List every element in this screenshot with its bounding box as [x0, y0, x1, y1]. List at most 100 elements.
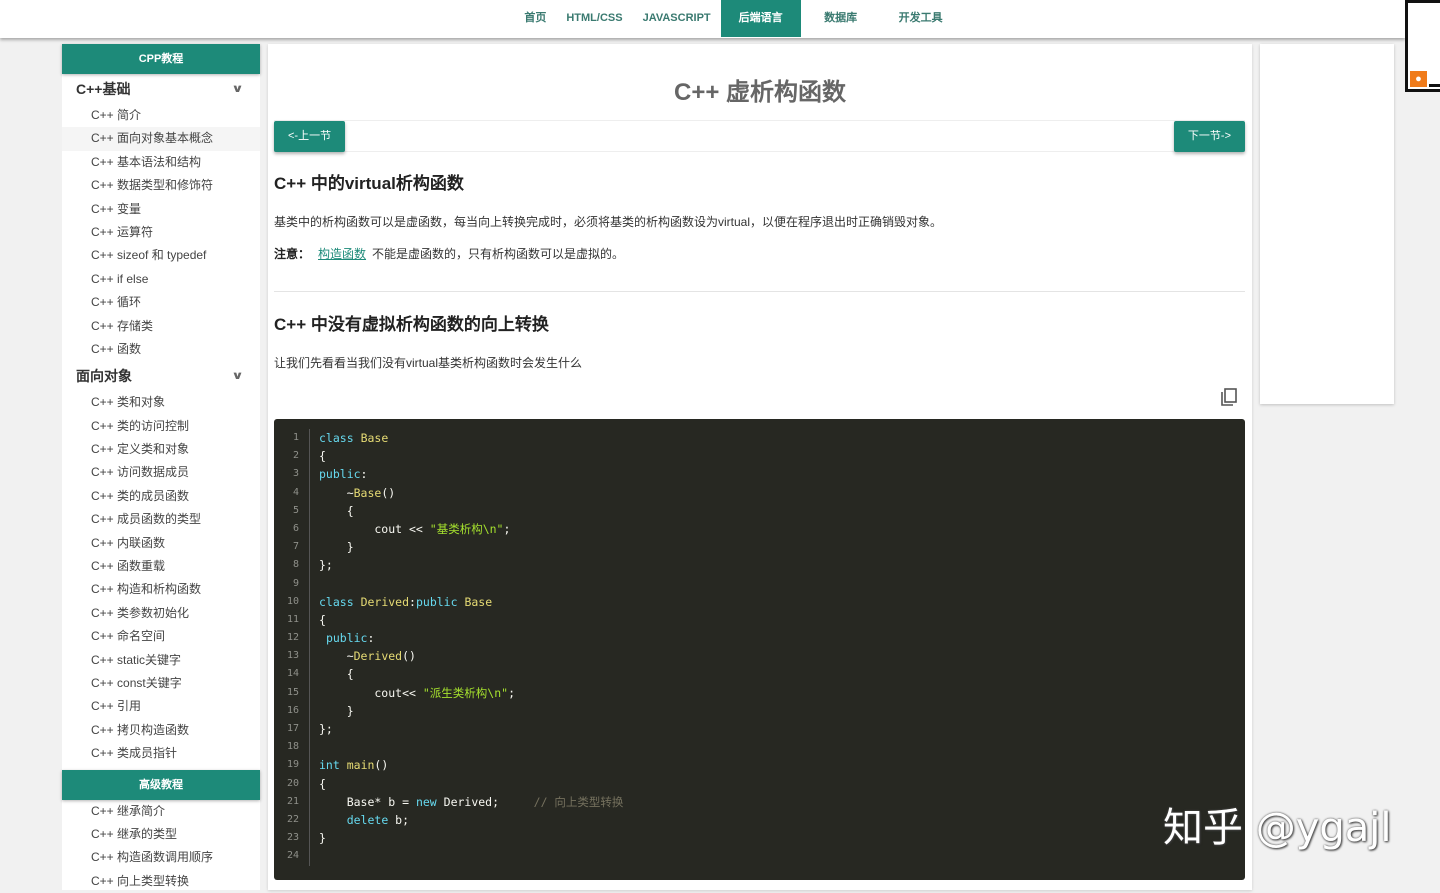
code-token: ~ [319, 485, 354, 500]
code-token: int [319, 758, 340, 773]
prev-button[interactable]: <-上一节 [274, 121, 346, 152]
sidebar-item[interactable]: C++ 类的成员函数 [62, 485, 260, 508]
constructor-link[interactable]: 构造函数 [318, 247, 366, 261]
code-text: } [310, 538, 354, 556]
code-block: 1 class Base 2{3 public: 4 ~Base() 5 {6 cout … [274, 419, 1245, 880]
nav-item[interactable]: HTML/CSS [556, 0, 632, 37]
sidebar-item[interactable]: C++ 数据类型和修饰符 [62, 174, 260, 197]
line-number: 23 [274, 829, 310, 848]
sidebar-item[interactable]: C++ 内联函数 [62, 532, 260, 555]
code-token: () [374, 758, 389, 773]
code-line: 12 public: [274, 629, 1245, 648]
sidebar-item[interactable]: C++ 简介 [62, 104, 260, 127]
code-token: { [319, 449, 326, 464]
sidebar-item[interactable]: C++ 类参数初始化 [62, 602, 260, 625]
line-number: 22 [274, 810, 310, 830]
sidebar-item[interactable]: C++ 拷贝构造函数 [62, 719, 260, 742]
sidebar-group-oop[interactable]: 面向对象 ∨ [62, 361, 260, 391]
nav-item[interactable]: 首页 [514, 0, 556, 37]
sidebar-group-basics[interactable]: C++基础 ∨ [62, 74, 260, 104]
code-text: } [310, 702, 354, 720]
code-text: public: [310, 629, 374, 647]
code-line: 5 { [274, 501, 1245, 520]
code-token: Derived [353, 649, 403, 664]
sidebar-item[interactable]: C++ 类的访问控制 [62, 415, 260, 438]
sidebar-item[interactable]: C++ 面向对象基本概念 [62, 127, 260, 151]
code-token: }; [319, 558, 333, 573]
chevron-down-icon[interactable]: ∨ [231, 74, 244, 104]
sidebar-item[interactable]: C++ 引用 [62, 695, 260, 718]
code-token: } [319, 703, 354, 718]
pager: <-上一节 下一节-> [274, 120, 1245, 152]
line-number: 24 [274, 847, 310, 866]
group-label: 面向对象 [76, 368, 132, 385]
code-token: delete [346, 812, 389, 827]
nav-item[interactable]: 后端语言 [720, 0, 801, 37]
sidebar-item[interactable]: C++ 存储类 [62, 315, 260, 338]
sidebar-item[interactable]: C++ 构造和析构函数 [62, 578, 260, 601]
sidebar-header-advanced: 高级教程 [62, 769, 260, 800]
code-text: ~Base() [310, 484, 396, 502]
section-heading: C++ 中的virtual析构函数 [274, 174, 464, 193]
sidebar-item[interactable]: C++ 运算符 [62, 221, 260, 244]
next-button[interactable]: 下一节-> [1173, 121, 1245, 152]
divider [274, 291, 1245, 292]
sidebar-item[interactable]: C++ 函数 [62, 338, 260, 361]
code-token: cout << [319, 521, 430, 536]
code-token: Derived [360, 594, 410, 609]
sidebar-item[interactable]: C++ 构造函数调用顺序 [62, 846, 260, 869]
code-text: Base* b = new Derived; // 向上类型转换 [310, 793, 624, 811]
sidebar-item[interactable]: C++ if else [62, 268, 260, 291]
nav-item[interactable]: JAVASCRIPT [633, 0, 721, 37]
code-token: () [381, 485, 396, 500]
edit-icon[interactable] [1429, 71, 1440, 87]
section-heading: C++ 中没有虚拟析构函数的向上转换 [274, 315, 549, 334]
code-token: () [402, 649, 416, 664]
nav-item[interactable]: 数据库 [801, 0, 881, 37]
code-line: 6 cout << "基类析构\n"; [274, 519, 1245, 539]
copy-icon[interactable] [1221, 388, 1237, 406]
sidebar-item[interactable]: C++ 定义类和对象 [62, 438, 260, 461]
code-token: public [325, 631, 368, 646]
line-number: 5 [274, 501, 310, 520]
note: 注意： 构造函数 不能是虚函数的，只有析构函数可以是虚拟的。 [274, 245, 624, 262]
sidebar-item[interactable]: C++ 命名空间 [62, 625, 260, 648]
sidebar-item[interactable]: C++ sizeof 和 typedef [62, 244, 260, 267]
sidebar-item[interactable]: C++ 继承简介 [62, 800, 260, 823]
code-token: b; [388, 812, 410, 827]
nav-item[interactable]: 开发工具 [881, 0, 961, 37]
sidebar-item[interactable]: C++ 成员函数的类型 [62, 508, 260, 531]
group-label: C++基础 [76, 81, 131, 97]
code-text: } [310, 829, 326, 847]
sidebar-item[interactable]: C++ const关键字 [62, 672, 260, 695]
sidebar: CPP教程 C++基础 ∨ C++ 简介 C++ 面向对象基本概念 C++ 基本语法和… [62, 44, 260, 890]
code-line: 13 ~Derived() [274, 647, 1245, 666]
sidebar-item[interactable]: C++ 变量 [62, 198, 260, 221]
code-token: Base [353, 485, 382, 500]
sidebar-item[interactable]: C++ 继承的类型 [62, 823, 260, 846]
code-token: Base [360, 431, 389, 445]
sidebar-item[interactable]: C++ 类成员指针 [62, 742, 260, 765]
sidebar-item[interactable]: C++ 基本语法和结构 [62, 151, 260, 174]
code-token: main [346, 758, 375, 773]
code-text: cout << "基类析构\n"; [310, 520, 510, 538]
code-token: class [319, 431, 354, 445]
code-line: 15 cout<< "派生类析构\n"; [274, 683, 1245, 702]
code-token: { [319, 776, 326, 791]
sidebar-item[interactable]: C++ 函数重载 [62, 555, 260, 578]
user-icon[interactable]: ● [1410, 71, 1427, 87]
code-token: { [319, 612, 326, 627]
chevron-down-icon[interactable]: ∨ [231, 361, 244, 391]
sidebar-item[interactable]: C++ 类和对象 [62, 391, 260, 414]
sidebar-item[interactable]: C++ 访问数据成员 [62, 461, 260, 484]
code-line: 16 } [274, 701, 1245, 720]
paragraph: 让我们先看看当我们没有virtual基类析构函数时会发生什么 [274, 356, 583, 370]
code-token: // 向上类型转换 [533, 794, 624, 809]
line-number: 2 [274, 447, 310, 466]
code-token: cout<< [319, 685, 423, 700]
sidebar-item[interactable]: C++ 循环 [62, 291, 260, 314]
sidebar-item[interactable]: C++ static关键字 [62, 649, 260, 672]
